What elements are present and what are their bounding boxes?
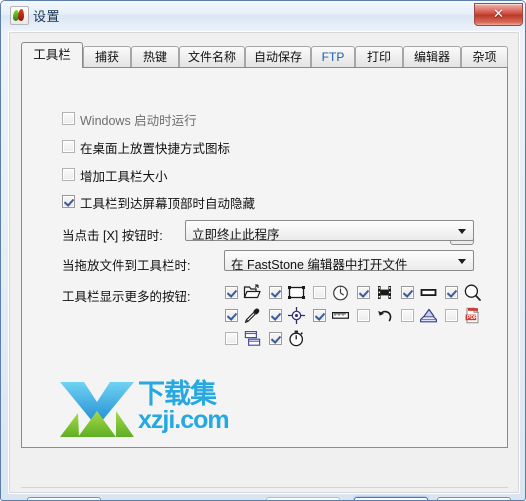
- settings-dialog: 设置 ✕ 工具栏 捕获 热键 文件名称 自动保存 FTP 打印 编辑器 杂项 Windows 启…: [0, 0, 526, 501]
- checkbox-capture-rectangle[interactable]: [269, 286, 282, 299]
- checkbox-stopwatch[interactable]: [269, 332, 282, 345]
- tab-7[interactable]: 编辑器: [403, 46, 461, 68]
- checkbox-capture-window[interactable]: [401, 286, 414, 299]
- toolbar-tab-page: Windows 启动时运行在桌面上放置快捷方式图标 增加工具栏大小工具栏到达屏幕顶…: [21, 68, 508, 448]
- magnifier-icon: [463, 283, 482, 302]
- crosshair-icon: [287, 306, 306, 325]
- chevron-down-icon[interactable]: [458, 259, 466, 264]
- checkbox-auto-hide-toolbar[interactable]: [62, 195, 75, 208]
- checkbox-crosshair[interactable]: [269, 309, 282, 322]
- checkbox-scanner[interactable]: [401, 309, 414, 322]
- label-desktop-shortcut: 在桌面上放置快捷方式图标: [80, 142, 231, 156]
- tab-2[interactable]: 热键: [131, 46, 179, 68]
- checkbox-cascade-windows[interactable]: [225, 332, 238, 345]
- window-title: 设置: [33, 9, 61, 24]
- tab-underline: [21, 67, 508, 68]
- footer-separator: [21, 487, 508, 488]
- combobox-value-close-button-action: 立即终止此程序: [192, 228, 280, 242]
- tab-0[interactable]: 工具栏: [21, 42, 83, 68]
- watermark-text-en: xzji.com: [138, 406, 230, 434]
- checkbox-desktop-shortcut[interactable]: [62, 140, 75, 153]
- checkbox-magnifier[interactable]: [445, 286, 458, 299]
- label-drop-file-action: 当拖放文件到工具栏时:: [62, 259, 191, 273]
- capture-window-icon: [419, 283, 438, 302]
- watermark-logo: 下载集 xzji.com: [58, 380, 233, 442]
- apply-button: 应用: [266, 497, 340, 500]
- tab-3[interactable]: 文件名称: [179, 46, 245, 68]
- checkbox-ruler[interactable]: [313, 309, 326, 322]
- checkbox-color-picker[interactable]: [225, 309, 238, 322]
- title-bar[interactable]: 设置 ✕: [1, 1, 525, 29]
- scanner-icon: [419, 306, 438, 325]
- label-auto-hide-toolbar: 工具栏到达屏幕顶部时自动隐藏: [80, 197, 256, 211]
- cascade-windows-icon: [243, 329, 262, 348]
- ok-button[interactable]: 确定: [354, 497, 428, 500]
- toolbar-buttons-label: 工具栏显示更多的按钮:: [62, 290, 191, 304]
- undo-arrow-icon: [375, 306, 394, 325]
- reset-button[interactable]: 重置: [27, 497, 101, 500]
- label-close-button-action: 当点击 [X] 按钮时:: [62, 229, 163, 243]
- watermark-text-cn: 下载集: [138, 379, 217, 409]
- tab-strip: 工具栏 捕获 热键 文件名称 自动保存 FTP 打印 编辑器 杂项: [21, 42, 508, 68]
- tab-4[interactable]: 自动保存: [245, 46, 311, 68]
- checkbox-increase-toolbar-size[interactable]: [62, 168, 75, 181]
- label-increase-toolbar-size: 增加工具栏大小: [80, 170, 168, 184]
- label-run-at-startup: Windows 启动时运行: [80, 114, 197, 128]
- stopwatch-icon: [287, 329, 306, 348]
- screen-recorder-film-icon: [375, 283, 394, 302]
- svg-text:PDF: PDF: [467, 315, 477, 321]
- tab-1[interactable]: 捕获: [83, 46, 131, 68]
- open-folder-icon: [243, 283, 262, 302]
- tab-5[interactable]: FTP: [311, 46, 355, 68]
- delayed-capture-clock-icon: [331, 283, 350, 302]
- checkbox-open-folder[interactable]: [225, 286, 238, 299]
- checkbox-delayed-capture-clock[interactable]: [313, 286, 326, 299]
- faststone-icon: [10, 6, 29, 25]
- combobox-drop-file-action[interactable]: 在 FastStone 编辑器中打开文件: [224, 250, 474, 272]
- chevron-down-icon[interactable]: [458, 229, 466, 234]
- tab-6[interactable]: 打印: [355, 46, 403, 68]
- checkbox-pdf-file[interactable]: [445, 309, 458, 322]
- tab-8[interactable]: 杂项: [461, 46, 508, 68]
- checkbox-run-at-startup[interactable]: [62, 112, 75, 125]
- ruler-icon: [331, 306, 350, 325]
- active-tab-mask: [22, 67, 82, 69]
- checkbox-screen-recorder-film[interactable]: [357, 286, 370, 299]
- watermark-mark-icon: [60, 382, 134, 437]
- color-picker-icon: [243, 306, 262, 325]
- capture-rectangle-icon: [287, 283, 306, 302]
- combobox-value-drop-file-action: 在 FastStone 编辑器中打开文件: [231, 258, 408, 272]
- pdf-file-icon: PDF: [463, 306, 482, 325]
- combobox-close-button-action[interactable]: 立即终止此程序: [185, 220, 474, 242]
- checkbox-undo-arrow[interactable]: [357, 309, 370, 322]
- dialog-client-area: 工具栏 捕获 热键 文件名称 自动保存 FTP 打印 编辑器 杂项 Windows 启动时运行在…: [8, 31, 520, 500]
- cancel-button[interactable]: 取消: [437, 497, 511, 500]
- close-button[interactable]: ✕: [474, 3, 523, 26]
